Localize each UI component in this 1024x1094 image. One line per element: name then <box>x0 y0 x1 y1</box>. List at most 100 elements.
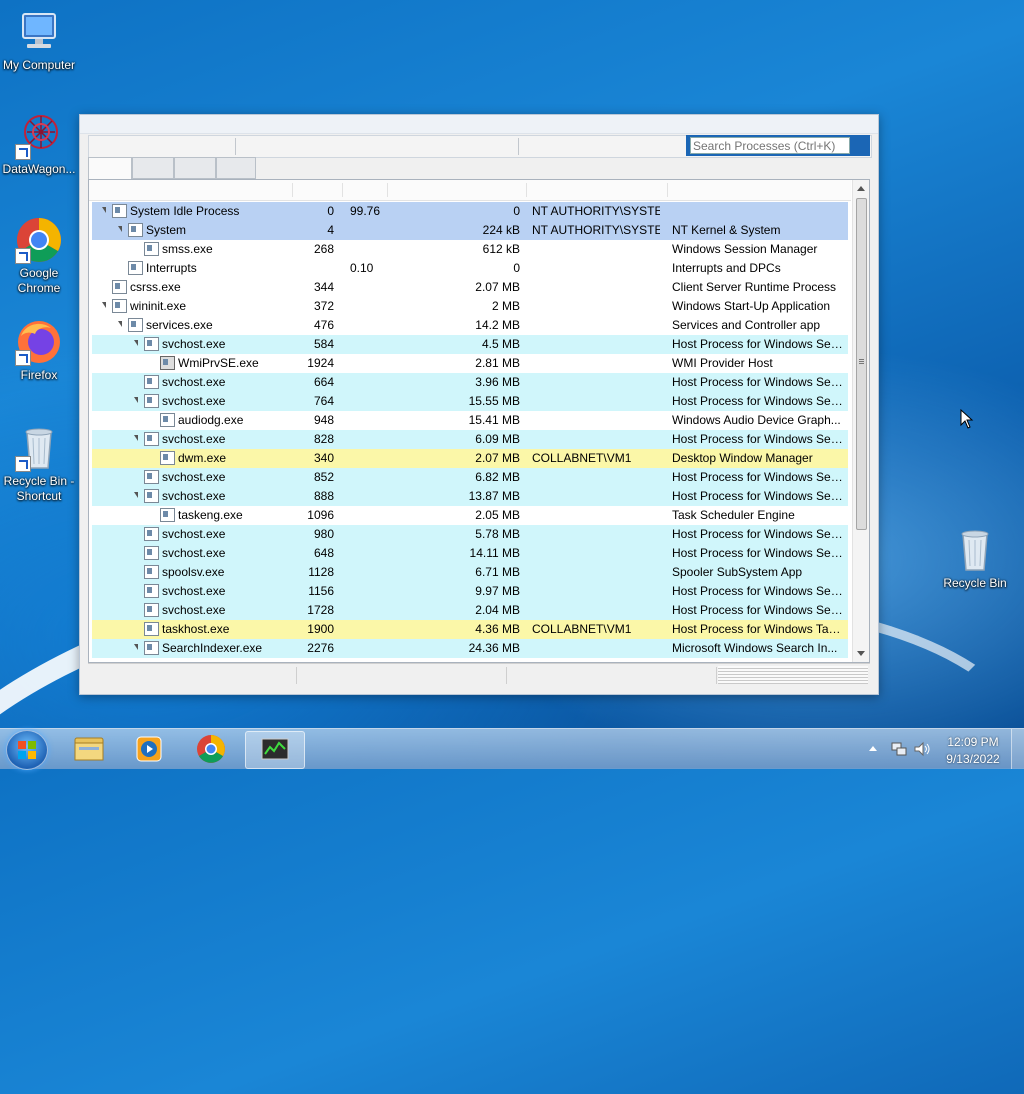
process-pid: 764 <box>313 394 334 408</box>
process-row[interactable]: System Idle Process 0 99.76 0 NT AUTHORITY\S… <box>92 202 848 221</box>
scrollbar-thumb[interactable] <box>856 198 867 530</box>
process-cpu: 0.10 <box>350 261 374 275</box>
shortcut-arrow-icon <box>15 350 31 366</box>
process-row[interactable]: Interrupts 0.10 0 Interrupts and DPCs <box>92 259 848 278</box>
process-pid: 1900 <box>307 622 334 636</box>
chrome-icon <box>15 216 63 264</box>
process-row[interactable]: taskeng.exe 1096 2.05 MB Task Scheduler Eng… <box>92 506 848 525</box>
process-row[interactable]: System 4 224 kB NT AUTHORITY\SYSTEM NT Kerne… <box>92 221 848 240</box>
tab-processes[interactable] <box>88 157 132 181</box>
process-row[interactable]: services.exe 476 14.2 MB Services and Contr… <box>92 316 848 335</box>
clock[interactable]: 12:09 PM 9/13/2022 <box>940 735 1006 766</box>
process-hacker-icon <box>261 738 289 760</box>
taskbar-media-player-button[interactable] <box>120 731 178 767</box>
process-description: Host Process for Windows Ser... <box>672 603 844 617</box>
process-row[interactable]: smss.exe 268 612 kB Windows Session Manager <box>92 240 848 259</box>
process-row[interactable]: svchost.exe 828 6.09 MB Host Process for Wi… <box>92 430 848 449</box>
media-player-icon <box>136 736 162 762</box>
column-header <box>89 180 851 201</box>
desktop-icon-google-chrome[interactable]: Google Chrome <box>0 216 78 296</box>
process-description: Host Process for Windows Ser... <box>672 337 844 351</box>
status-divider <box>506 667 507 684</box>
desktop-icon-label: Google Chrome <box>17 266 61 295</box>
desktop-icon-recycle-bin[interactable]: Recycle Bin <box>936 526 1014 591</box>
process-row[interactable]: svchost.exe 980 5.78 MB Host Process for Wi… <box>92 525 848 544</box>
process-row[interactable]: svchost.exe 1728 2.04 MB Host Process for W… <box>92 601 848 620</box>
clock-date: 9/13/2022 <box>946 752 1000 766</box>
process-row[interactable]: svchost.exe 648 14.11 MB Host Process for W… <box>92 544 848 563</box>
process-memory: 4.5 MB <box>481 337 520 351</box>
tab-services[interactable] <box>132 157 174 179</box>
process-description: Microsoft Windows Search In... <box>672 641 838 655</box>
process-memory: 2.05 MB <box>475 508 520 522</box>
process-description: Interrupts and DPCs <box>672 261 781 275</box>
process-row[interactable]: svchost.exe 852 6.82 MB Host Process for Wi… <box>92 468 848 487</box>
process-pid: 1156 <box>308 584 334 598</box>
process-row[interactable]: spoolsv.exe 1128 6.71 MB Spooler SubSystem … <box>92 563 848 582</box>
computer-icon <box>15 8 63 56</box>
taskbar-process-hacker-button[interactable] <box>245 731 305 769</box>
process-description: Host Process for Windows Ser... <box>672 489 844 503</box>
tab-network[interactable] <box>174 157 216 179</box>
process-memory: 2.81 MB <box>475 356 520 370</box>
process-pid: 584 <box>313 337 334 351</box>
process-row[interactable]: taskhost.exe 1900 4.36 MB COLLABNET\VM1 Host… <box>92 620 848 639</box>
process-row[interactable]: svchost.exe 1156 9.97 MB Host Process for W… <box>92 582 848 601</box>
clock-time: 12:09 PM <box>947 735 999 749</box>
process-row[interactable]: WmiPrvSE.exe 1924 2.81 MB WMI Provider Host <box>92 354 848 373</box>
tab-disk[interactable] <box>216 157 256 179</box>
desktop-icon-datawagon[interactable]: DataWagon... <box>0 112 78 177</box>
tab-bar <box>88 157 870 181</box>
desktop-icon-my-computer[interactable]: My Computer <box>0 8 78 73</box>
window-titlebar[interactable] <box>80 115 878 134</box>
process-pid: 664 <box>313 375 334 389</box>
toolbar-separator <box>518 138 519 155</box>
process-description: Host Process for Windows Ser... <box>672 432 844 446</box>
process-row[interactable]: SearchIndexer.exe 2276 24.36 MB Microsoft W… <box>92 639 848 658</box>
process-memory: 14.11 MB <box>469 546 520 560</box>
network-icon[interactable] <box>890 740 908 758</box>
process-pid: 268 <box>313 242 334 256</box>
scroll-down-icon[interactable] <box>857 651 865 656</box>
start-button[interactable] <box>6 730 48 770</box>
vertical-scrollbar[interactable] <box>852 180 869 662</box>
desktop-icon-recycle-bin-shortcut[interactable]: Recycle Bin - Shortcut <box>0 424 78 504</box>
process-description: Spooler SubSystem App <box>672 565 803 579</box>
process-row[interactable]: svchost.exe 584 4.5 MB Host Process for Win… <box>92 335 848 354</box>
process-name: Interrupts <box>146 261 197 275</box>
volume-icon[interactable] <box>913 740 931 758</box>
process-description: Client Server Runtime Process <box>672 280 837 294</box>
process-pid: 1924 <box>307 356 334 370</box>
datawagon-icon <box>15 112 63 160</box>
process-memory: 6.71 MB <box>475 565 520 579</box>
process-row[interactable]: dwm.exe 340 2.07 MB COLLABNET\VM1 Desktop Wi… <box>92 449 848 468</box>
process-row[interactable]: csrss.exe 344 2.07 MB Client Server Runtime… <box>92 278 848 297</box>
show-hidden-icons-icon[interactable] <box>868 744 878 752</box>
process-row[interactable]: audiodg.exe 948 15.41 MB Windows Audio Devi… <box>92 411 848 430</box>
process-memory: 0 <box>513 204 520 218</box>
scroll-grip-icon <box>859 359 864 360</box>
process-pid: 888 <box>313 489 334 503</box>
process-memory: 24.36 MB <box>468 641 520 655</box>
process-tree-list[interactable]: System Idle Process 0 99.76 0 NT AUTHORITY\S… <box>88 179 870 663</box>
shortcut-arrow-icon <box>15 456 31 472</box>
process-row[interactable]: svchost.exe 764 15.55 MB Host Process for W… <box>92 392 848 411</box>
scroll-up-icon[interactable] <box>857 186 865 191</box>
show-desktop-button[interactable] <box>1011 729 1024 769</box>
process-window[interactable]: System Idle Process099.760NT AUTHORITY\S… <box>79 114 879 695</box>
resize-grip[interactable] <box>718 666 868 684</box>
process-row[interactable]: svchost.exe 888 13.87 MB Host Process for W… <box>92 487 848 506</box>
process-row[interactable]: svchost.exe 664 3.96 MB Host Process for Wi… <box>92 373 848 392</box>
windows-logo-icon <box>18 741 36 759</box>
chrome-icon <box>197 735 225 763</box>
process-row[interactable]: wininit.exe 372 2 MB Windows Start-Up Appli… <box>92 297 848 316</box>
firefox-icon <box>15 318 63 366</box>
desktop-icon-label: Recycle Bin - Shortcut <box>3 474 75 503</box>
search-input[interactable] <box>690 137 850 154</box>
desktop-icon-firefox[interactable]: Firefox <box>0 318 78 383</box>
taskbar-chrome-button[interactable] <box>182 731 240 767</box>
process-description: Host Process for Windows Tas... <box>672 622 844 636</box>
process-description: Host Process for Windows Ser... <box>672 546 844 560</box>
taskbar-explorer-button[interactable] <box>60 731 118 767</box>
process-memory: 3.96 MB <box>475 375 520 389</box>
